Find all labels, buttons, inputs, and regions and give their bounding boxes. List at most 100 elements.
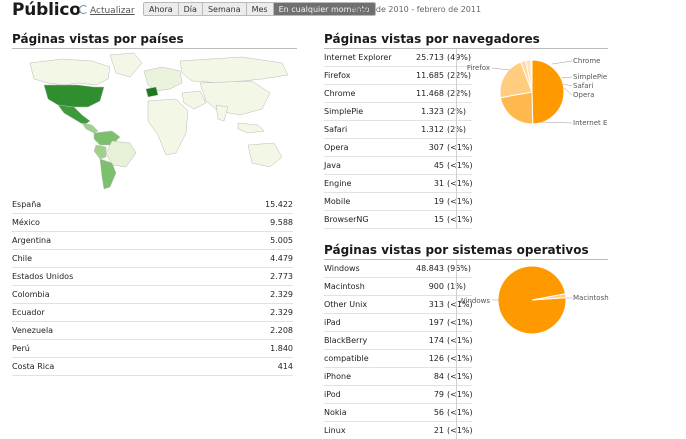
- browser-name: Internet Explorer: [324, 53, 392, 62]
- range-button-day[interactable]: Día: [178, 3, 203, 15]
- os-title: Páginas vistas por sistemas operativos: [324, 243, 589, 257]
- browser-percent: (<1%): [447, 215, 473, 224]
- table-row[interactable]: Costa Rica 414: [12, 358, 293, 376]
- os-pie-label: Windows: [460, 297, 490, 305]
- table-row[interactable]: Windows 48.843 (96%): [324, 260, 472, 278]
- browser-count: 307: [428, 143, 444, 152]
- browser-name: SimplePie: [324, 107, 364, 116]
- map-region-canada: [29, 58, 111, 86]
- os-table: Windows48.843(96%) Macintosh900(1%) Othe…: [324, 260, 473, 439]
- os-count: 48.843: [416, 264, 444, 273]
- browser-pie-label: Firefox: [467, 64, 490, 72]
- country-value: 2.329: [270, 308, 293, 317]
- world-map[interactable]: [12, 49, 297, 193]
- country-value: 5.005: [270, 236, 293, 245]
- browser-pie-label: Opera: [573, 91, 594, 99]
- world-map-svg: [12, 49, 297, 193]
- table-row[interactable]: iPad 197 (<1%): [324, 314, 473, 332]
- refresh-link[interactable]: Actualizar: [79, 5, 135, 16]
- table-row[interactable]: Safari1.312(2%): [324, 121, 472, 139]
- countries-table: España 15.422 México 9.588 Argentina 5.005 …: [12, 196, 293, 376]
- range-button-now[interactable]: Ahora: [144, 3, 179, 15]
- browsers-title: Páginas vistas por navegadores: [324, 32, 540, 46]
- os-count: 56: [433, 408, 444, 417]
- browser-name: Mobile: [324, 197, 351, 206]
- table-row[interactable]: Java 45 (<1%): [324, 157, 473, 175]
- table-row[interactable]: Ecuador 2.329: [12, 304, 293, 322]
- country-value: 4.479: [270, 254, 293, 263]
- table-row[interactable]: SimplePie1.323(2%): [324, 103, 472, 121]
- table-row[interactable]: Macintosh900(1%): [324, 278, 472, 296]
- browser-name: Opera: [324, 143, 349, 152]
- browser-count: 1.312: [421, 125, 444, 134]
- table-row[interactable]: Chile 4.479: [12, 250, 293, 268]
- browsers-table: Internet Explorer 25.713 (49%) Firefox 11.6…: [324, 49, 473, 229]
- range-button-week[interactable]: Semana: [202, 3, 247, 15]
- table-row[interactable]: Estados Unidos 2.773: [12, 268, 293, 286]
- browser-pie-chart[interactable]: Firefox Chrome SimplePieSafariOpera Interne…: [460, 52, 610, 134]
- page-title: Público: [12, 0, 81, 20]
- range-button-month[interactable]: Mes: [246, 3, 274, 15]
- table-row[interactable]: Chrome 11.468 (22%): [324, 85, 472, 103]
- os-name: Windows: [324, 264, 360, 273]
- table-row[interactable]: Venezuela 2.208: [12, 322, 293, 340]
- browser-pie-leader-line: [551, 60, 573, 65]
- table-row[interactable]: Linux 21 (<1%): [324, 422, 473, 439]
- browser-percent: (<1%): [447, 179, 473, 188]
- country-name: Chile: [12, 254, 33, 263]
- country-name: España: [12, 200, 42, 209]
- os-percent: (<1%): [447, 426, 473, 435]
- browser-pie-leader-line: [491, 67, 511, 71]
- browser-count: 11.468: [416, 89, 444, 98]
- browser-count: 45: [433, 161, 444, 170]
- table-row[interactable]: España 15.422: [12, 196, 293, 214]
- country-name: Venezuela: [12, 326, 54, 335]
- country-name: Ecuador: [12, 308, 45, 317]
- browser-pie-leader-line: [539, 121, 573, 124]
- date-range: mayo de 2010 - febrero de 2011: [351, 5, 482, 14]
- browser-pie-label: Chrome: [573, 57, 600, 65]
- map-region-spain: [145, 86, 159, 98]
- os-count: 84: [433, 372, 444, 381]
- os-pie-chart[interactable]: Windows Macintosh: [460, 262, 610, 342]
- table-row[interactable]: Firefox 11.685 (22%): [324, 67, 472, 85]
- os-name: Linux: [324, 426, 346, 435]
- table-row[interactable]: Argentina 5.005: [12, 232, 293, 250]
- table-row[interactable]: iPhone 84 (<1%): [324, 368, 473, 386]
- os-count: 174: [428, 336, 444, 345]
- table-row[interactable]: Opera 307 (<1%): [324, 139, 473, 157]
- table-row[interactable]: Engine 31 (<1%): [324, 175, 473, 193]
- table-row[interactable]: Colombia 2.329: [12, 286, 293, 304]
- browser-pie-label: SimplePie: [573, 73, 607, 81]
- os-count: 21: [433, 426, 444, 435]
- table-row[interactable]: Internet Explorer 25.713 (49%): [324, 49, 472, 67]
- time-range-selector: Ahora Día Semana Mes En cualquier moment…: [143, 2, 376, 16]
- os-name: BlackBerry: [324, 336, 368, 345]
- table-row[interactable]: iPod 79 (<1%): [324, 386, 473, 404]
- browser-name: Chrome: [324, 89, 356, 98]
- os-name: Macintosh: [324, 282, 365, 291]
- os-name: iPod: [324, 390, 341, 399]
- country-value: 15.422: [265, 200, 293, 209]
- table-row[interactable]: BlackBerry 174 (<1%): [324, 332, 473, 350]
- table-row[interactable]: Nokia 56 (<1%): [324, 404, 473, 422]
- browser-name: Safari: [324, 125, 348, 134]
- browser-pie-leader-line: [563, 87, 573, 96]
- country-value: 2.208: [270, 326, 293, 335]
- country-name: Argentina: [12, 236, 52, 245]
- browser-count: 11.685: [416, 71, 444, 80]
- table-row[interactable]: Mobile 19 (<1%): [324, 193, 473, 211]
- browser-name: Java: [324, 161, 341, 170]
- browser-count: 25.713: [416, 53, 444, 62]
- table-row[interactable]: BrowserNG 15 (<1%): [324, 211, 473, 229]
- browsers-column-divider: [456, 49, 457, 229]
- table-row[interactable]: Other Unix 313 (<1%): [324, 296, 473, 314]
- table-row[interactable]: Perú 1.840: [12, 340, 293, 358]
- table-row[interactable]: México 9.588: [12, 214, 293, 232]
- refresh-icon: [79, 5, 88, 14]
- browser-pie-slice[interactable]: [531, 59, 565, 125]
- browser-pie-leader-line: [562, 83, 573, 87]
- table-row[interactable]: compatible 126 (<1%): [324, 350, 473, 368]
- country-value: 1.840: [270, 344, 293, 353]
- browser-pie-leader-line: [560, 76, 573, 79]
